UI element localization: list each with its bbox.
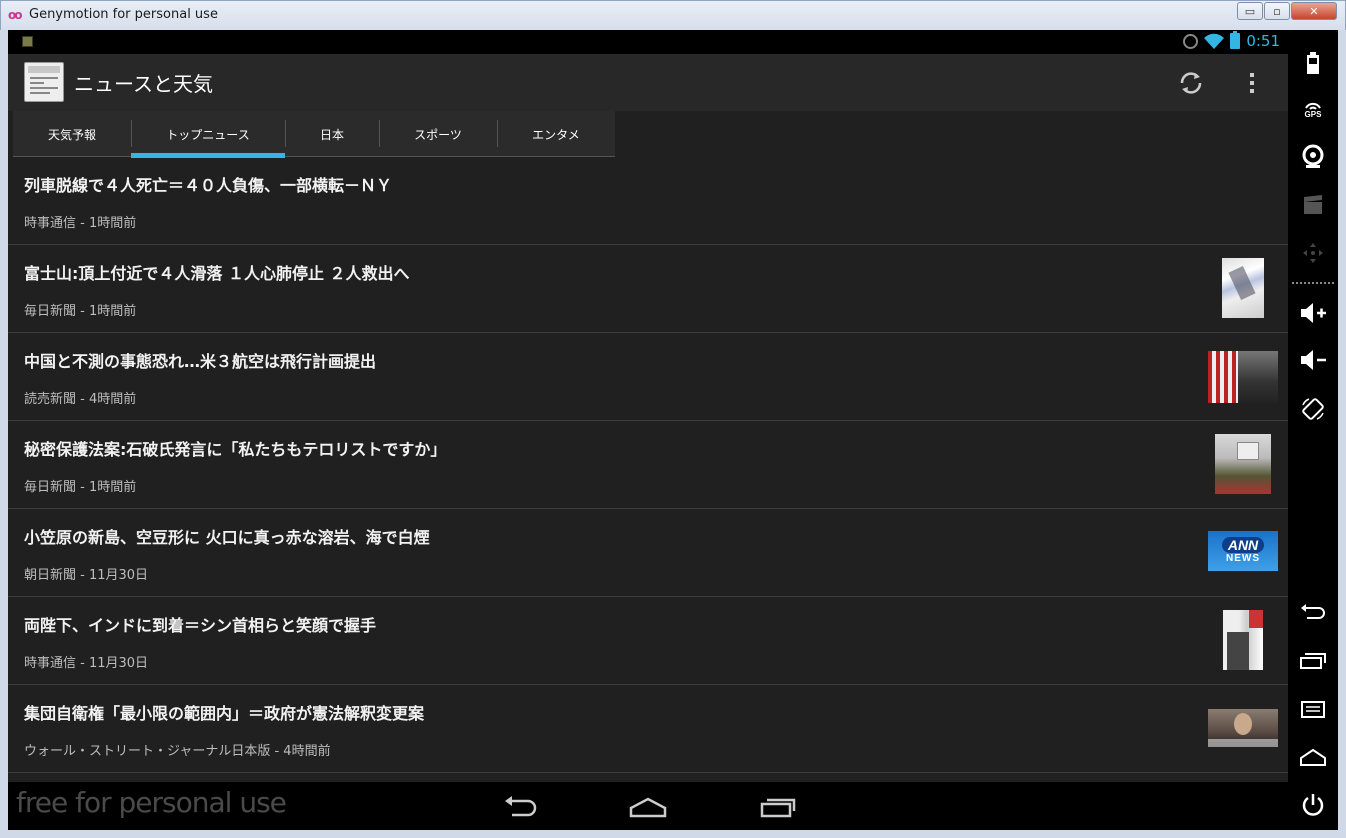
tab-japan[interactable]: 日本	[285, 111, 379, 157]
news-thumbnail	[1222, 258, 1264, 318]
tab-entertainment[interactable]: エンタメ	[497, 111, 615, 157]
tab-weather[interactable]: 天気予報	[13, 111, 131, 157]
news-item[interactable]: 富士山:頂上付近で４人滑落 １人心肺停止 ２人救出へ 毎日新聞 - 1時間前	[8, 245, 1288, 333]
personal-use-watermark: free for personal use	[16, 786, 287, 819]
toolbar-back-button[interactable]	[1298, 598, 1328, 628]
battery-icon	[1230, 31, 1241, 49]
menu-icon	[1301, 701, 1325, 718]
gps-icon: GPS	[1304, 100, 1322, 119]
recents-icon	[1300, 653, 1326, 669]
android-nav-bar: free for personal use	[8, 782, 1288, 830]
gps-widget-button[interactable]: GPS	[1298, 94, 1328, 124]
news-title: 富士山:頂上付近で４人滑落 １人心肺停止 ２人救出へ	[24, 264, 410, 283]
nav-back-button[interactable]	[500, 792, 540, 822]
news-item[interactable]: 秘密保護法案:石破氏発言に「私たちもテロリストですか」 毎日新聞 - 1時間前	[8, 421, 1288, 509]
news-thumbnail	[1223, 610, 1263, 670]
recents-icon	[760, 798, 796, 818]
news-title: 集団自衛権「最小限の範囲内」＝政府が憲法解釈変更案	[24, 704, 425, 723]
rotate-button[interactable]	[1298, 394, 1328, 424]
window-title: Genymotion for personal use	[29, 7, 218, 22]
volume-down-button[interactable]	[1298, 345, 1328, 375]
tab-top-news[interactable]: トップニュース	[131, 111, 285, 158]
wifi-icon	[1204, 33, 1225, 49]
news-source: ウォール・ストリート・ジャーナル日本版 - 4時間前	[24, 744, 331, 759]
back-icon	[1301, 604, 1325, 619]
news-source: 毎日新聞 - 1時間前	[24, 304, 137, 319]
news-thumbnail	[1208, 709, 1278, 747]
news-thumbnail	[1208, 351, 1278, 403]
news-source: 時事通信 - 1時間前	[24, 216, 137, 231]
overflow-dot-icon	[1250, 73, 1254, 77]
rotate-icon	[1302, 398, 1324, 420]
notification-icon	[22, 36, 33, 47]
nav-recents-button[interactable]	[758, 792, 798, 822]
refresh-icon	[1180, 72, 1202, 94]
minimize-button[interactable]: ▭	[1237, 2, 1263, 20]
screencast-widget-button[interactable]	[1298, 190, 1328, 220]
news-source: 読売新聞 - 4時間前	[24, 392, 137, 407]
maximize-button[interactable]: ▫	[1264, 2, 1290, 20]
clapperboard-icon	[1304, 195, 1322, 214]
toolbar-separator	[1292, 282, 1334, 284]
volume-down-icon	[1301, 350, 1326, 370]
ann-news-logo: ANN NEWS	[1208, 531, 1278, 571]
news-title: 両陛下、インドに到着＝シン首相らと笑顔で握手	[24, 616, 377, 635]
overflow-menu-button[interactable]	[1242, 68, 1262, 98]
window-frame-bottom	[0, 830, 1346, 838]
alarm-icon	[1183, 33, 1199, 49]
volume-up-button[interactable]	[1298, 298, 1328, 328]
home-icon	[629, 797, 667, 818]
status-icons: 0:51	[1183, 31, 1280, 50]
news-item[interactable]: 両陛下、インドに到着＝シン首相らと笑顔で握手 時事通信 - 11月30日	[8, 597, 1288, 685]
news-list: 列車脱線で４人死亡＝４０人負傷、一部横転－ＮＹ 時事通信 - 1時間前 富士山:…	[8, 157, 1288, 773]
news-title: 中国と不測の事態恐れ…米３航空は飛行計画提出	[24, 352, 377, 371]
genymotion-logo-icon: oo	[8, 8, 22, 22]
action-bar: ニュースと天気	[8, 54, 1288, 111]
refresh-button[interactable]	[1176, 68, 1206, 98]
window-frame-right	[1338, 30, 1346, 838]
toolbar-menu-button[interactable]	[1298, 694, 1328, 724]
toolbar-home-button[interactable]	[1298, 742, 1328, 772]
news-thumbnail	[1215, 434, 1271, 494]
tab-bar: 天気予報 トップニュース 日本 スポーツ エンタメ	[13, 111, 615, 158]
genymotion-toolbar: GPS	[1288, 30, 1338, 830]
news-item[interactable]: 集団自衛権「最小限の範囲内」＝政府が憲法解釈変更案 ウォール・ストリート・ジャー…	[8, 685, 1288, 773]
news-source: 朝日新聞 - 11月30日	[24, 568, 149, 583]
overflow-dot-icon	[1250, 81, 1254, 85]
status-time: 0:51	[1246, 32, 1280, 50]
battery-widget-button[interactable]	[1298, 48, 1328, 78]
move-icon	[1303, 243, 1323, 263]
news-source: 毎日新聞 - 1時間前	[24, 480, 137, 495]
power-icon	[1302, 794, 1324, 816]
newspaper-app-icon[interactable]	[24, 62, 64, 102]
volume-up-icon	[1301, 303, 1326, 323]
back-icon	[505, 796, 537, 817]
status-bar: 0:51	[8, 30, 1288, 54]
window-frame-left	[0, 30, 8, 838]
tab-sports[interactable]: スポーツ	[379, 111, 497, 157]
app-title: ニュースと天気	[74, 72, 213, 96]
window-controls: ▭ ▫ ✕	[1236, 2, 1337, 22]
close-button[interactable]: ✕	[1291, 2, 1337, 20]
nav-home-button[interactable]	[628, 792, 668, 822]
news-item[interactable]: 小笠原の新島、空豆形に 火口に真っ赤な溶岩、海で白煙 朝日新聞 - 11月30日…	[8, 509, 1288, 597]
news-title: 秘密保護法案:石破氏発言に「私たちもテロリストですか」	[24, 440, 447, 459]
toolbar-recents-button[interactable]	[1298, 646, 1328, 676]
home-icon	[1300, 748, 1326, 766]
news-source: 時事通信 - 11月30日	[24, 656, 149, 671]
window-titlebar[interactable]: oo Genymotion for personal use ▭ ▫ ✕	[0, 0, 1346, 30]
news-item[interactable]: 中国と不測の事態恐れ…米３航空は飛行計画提出 読売新聞 - 4時間前	[8, 333, 1288, 421]
news-title: 小笠原の新島、空豆形に 火口に真っ赤な溶岩、海で白煙	[24, 528, 430, 547]
toolbar-power-button[interactable]	[1298, 790, 1328, 820]
news-item[interactable]: 列車脱線で４人死亡＝４０人負傷、一部横転－ＮＹ 時事通信 - 1時間前	[8, 157, 1288, 245]
android-screen: 0:51 ニュースと天気 天気予報 トップニュース 日本 スポーツ エンタメ 列…	[8, 30, 1288, 830]
remote-control-widget-button[interactable]	[1298, 238, 1328, 268]
battery-widget-icon	[1307, 52, 1319, 74]
news-title: 列車脱線で４人死亡＝４０人負傷、一部横転－ＮＹ	[24, 176, 393, 195]
overflow-dot-icon	[1250, 89, 1254, 93]
webcam-widget-button[interactable]	[1298, 142, 1328, 172]
webcam-icon	[1302, 144, 1324, 168]
